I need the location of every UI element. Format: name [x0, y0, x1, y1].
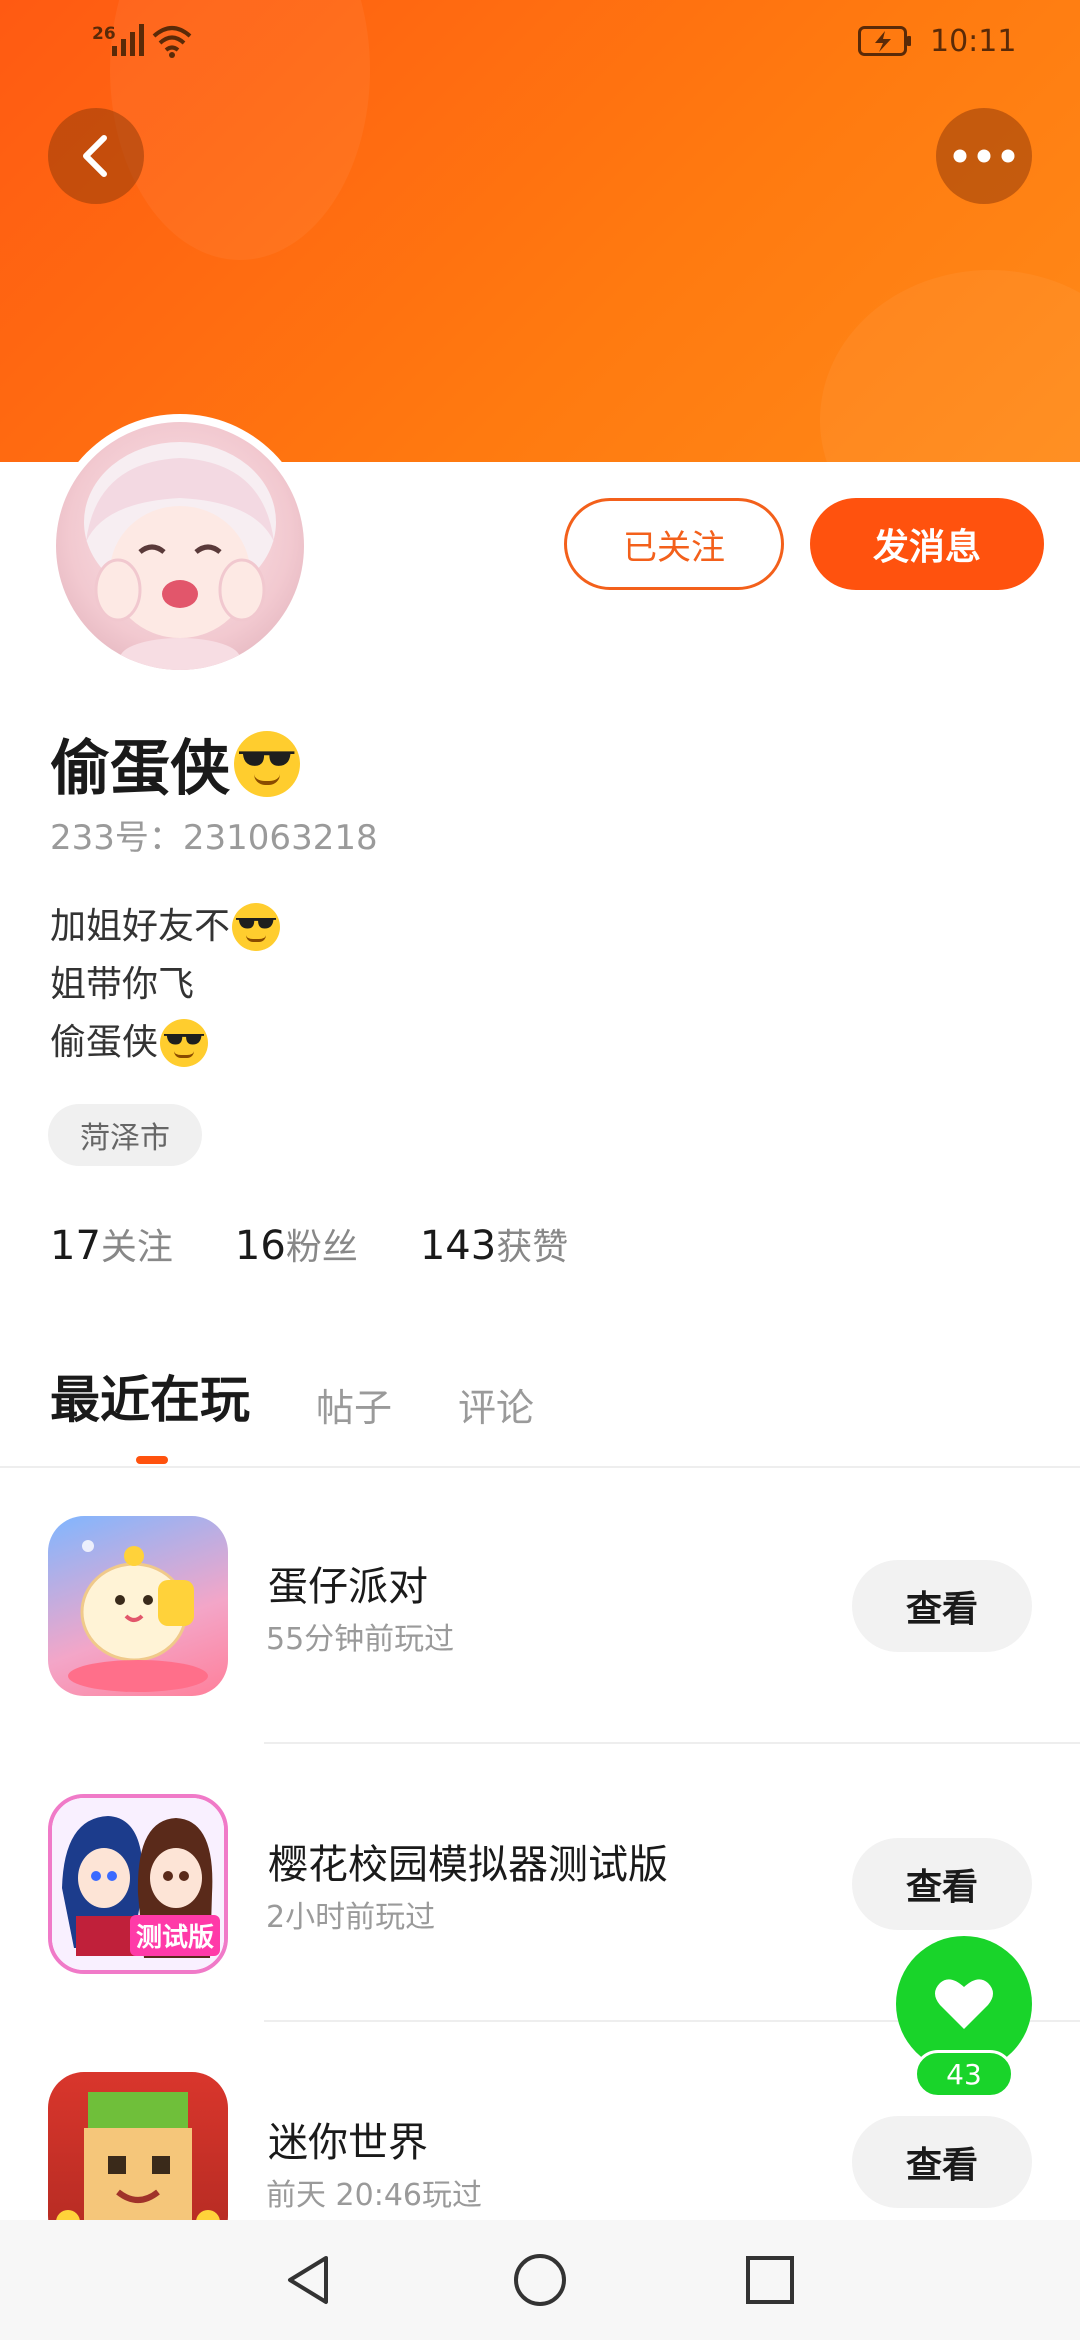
profile-stats: 17关注 16粉丝 143获赞	[50, 1218, 568, 1270]
avatar-image	[56, 422, 304, 670]
tab-recently-played[interactable]: 最近在玩	[50, 1360, 250, 1432]
user-id-label: 233号：	[50, 818, 183, 858]
stat-likes[interactable]: 143获赞	[420, 1218, 568, 1270]
stat-value: 17	[50, 1223, 101, 1269]
tab-comments[interactable]: 评论	[458, 1377, 534, 1432]
bio-line: 偷蛋侠	[50, 1022, 159, 1063]
stat-label: 获赞	[496, 1227, 569, 1268]
row-divider	[264, 1742, 1080, 1744]
bio: 加姐好友不 姐带你飞 偷蛋侠	[50, 898, 281, 1072]
sunglasses-emoji-icon	[232, 903, 281, 951]
view-button[interactable]: 查看	[852, 1838, 1032, 1930]
status-time: 10:11	[930, 24, 1017, 59]
sunglasses-emoji-icon	[234, 730, 300, 797]
back-button[interactable]	[48, 108, 144, 204]
followed-button[interactable]: 已关注	[564, 498, 784, 590]
game-icon-sakura-school: 测试版	[48, 1794, 228, 1974]
stat-followers[interactable]: 16粉丝	[235, 1218, 358, 1270]
location-tag: 菏泽市	[48, 1104, 202, 1166]
stat-following[interactable]: 17关注	[50, 1218, 173, 1270]
game-name: 樱花校园模拟器测试版	[268, 1842, 668, 1888]
tab-divider	[0, 1466, 1080, 1468]
nav-back-icon[interactable]	[280, 2252, 336, 2308]
game-name: 蛋仔派对	[268, 1564, 428, 1610]
stat-value: 143	[419, 1223, 497, 1269]
send-message-button[interactable]: 发消息	[810, 498, 1044, 590]
more-horizontal-icon	[953, 149, 1015, 163]
tab-posts[interactable]: 帖子	[316, 1377, 392, 1432]
stat-label: 粉丝	[285, 1227, 358, 1268]
game-last-played: 55分钟前玩过	[266, 1622, 455, 1657]
stat-value: 16	[234, 1223, 286, 1269]
like-count-badge: 43	[914, 2050, 1014, 2098]
active-tab-indicator	[136, 1456, 168, 1464]
wifi-icon	[152, 26, 192, 58]
game-name: 迷你世界	[268, 2120, 428, 2166]
view-button[interactable]: 查看	[852, 2116, 1032, 2208]
username-text: 偷蛋侠	[50, 734, 230, 804]
test-version-badge: 测试版	[129, 1915, 220, 1956]
list-item[interactable]: 蛋仔派对 55分钟前玩过 查看	[0, 1484, 1080, 1762]
banner-decoration	[820, 270, 1080, 462]
heart-icon	[935, 1979, 993, 2029]
chevron-left-icon	[83, 135, 107, 177]
view-button[interactable]: 查看	[852, 1560, 1032, 1652]
bio-line: 姐带你飞	[50, 964, 195, 1005]
signal-icon	[112, 24, 144, 56]
user-id-value: 231063218	[182, 818, 378, 858]
avatar[interactable]	[48, 414, 312, 678]
bio-line: 加姐好友不	[50, 906, 231, 947]
username: 偷蛋侠	[50, 720, 300, 807]
status-bar: 26 10:11	[0, 0, 1080, 80]
sunglasses-emoji-icon	[160, 1019, 209, 1067]
user-id: 233号：231063218	[50, 810, 378, 859]
system-navigation-bar	[0, 2220, 1080, 2340]
more-button[interactable]	[936, 108, 1032, 204]
game-last-played: 2小时前玩过	[266, 1900, 436, 1935]
battery-charging-icon	[858, 26, 911, 56]
nav-recents-icon[interactable]	[742, 2252, 798, 2308]
game-icon-eggy-party	[48, 1516, 228, 1696]
nav-home-icon[interactable]	[512, 2252, 568, 2308]
stat-label: 关注	[100, 1227, 173, 1268]
profile-tabs: 最近在玩 帖子 评论	[50, 1360, 534, 1432]
game-last-played: 前天 20:46玩过	[266, 2178, 482, 2213]
